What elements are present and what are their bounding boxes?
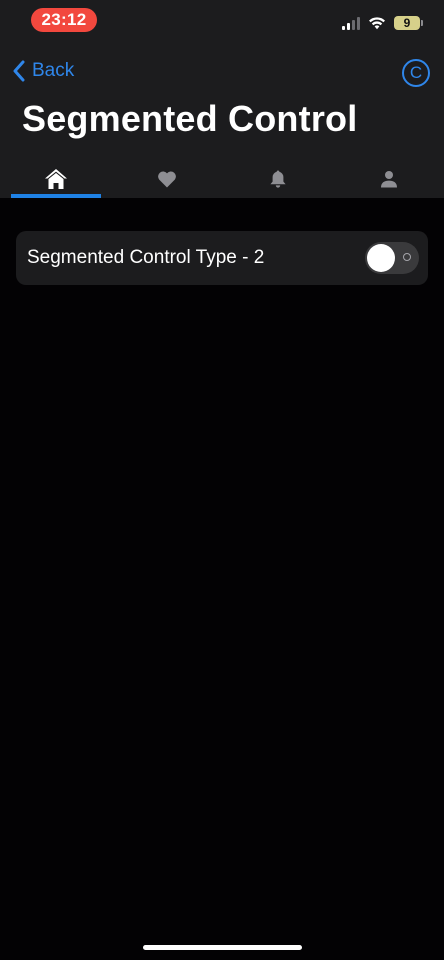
- battery-level: 9: [403, 16, 411, 30]
- status-icons: 9: [342, 12, 423, 34]
- chevron-left-icon: [13, 60, 25, 82]
- bell-icon: [269, 170, 286, 188]
- tab-profile[interactable]: [333, 160, 444, 198]
- settings-row-label: Segmented Control Type - 2: [27, 247, 265, 268]
- segmented-tabs: [0, 160, 444, 198]
- status-time: 23:12: [31, 8, 97, 32]
- wifi-icon: [369, 17, 385, 30]
- back-button-label: Back: [32, 60, 75, 81]
- tab-notifications[interactable]: [222, 160, 333, 198]
- battery-icon: 9: [394, 16, 423, 30]
- signal-icon: [342, 16, 360, 30]
- person-icon: [380, 171, 397, 188]
- toggle-off-icon: [403, 253, 411, 261]
- tab-home[interactable]: [0, 160, 111, 198]
- segmented-type-toggle[interactable]: [365, 242, 419, 274]
- copyright-icon: C: [409, 63, 423, 82]
- tab-favorites[interactable]: [111, 160, 222, 198]
- tab-selected-indicator: [11, 194, 101, 198]
- home-icon: [44, 169, 67, 189]
- copyright-button[interactable]: C: [402, 59, 430, 87]
- header: 23:12 9 Back C Segmented Control: [0, 0, 444, 198]
- back-button[interactable]: Back: [12, 56, 74, 86]
- heart-icon: [157, 171, 176, 188]
- home-indicator[interactable]: [143, 945, 302, 950]
- toggle-knob: [367, 244, 395, 272]
- page-title: Segmented Control: [22, 98, 358, 139]
- settings-row: Segmented Control Type - 2: [16, 231, 428, 285]
